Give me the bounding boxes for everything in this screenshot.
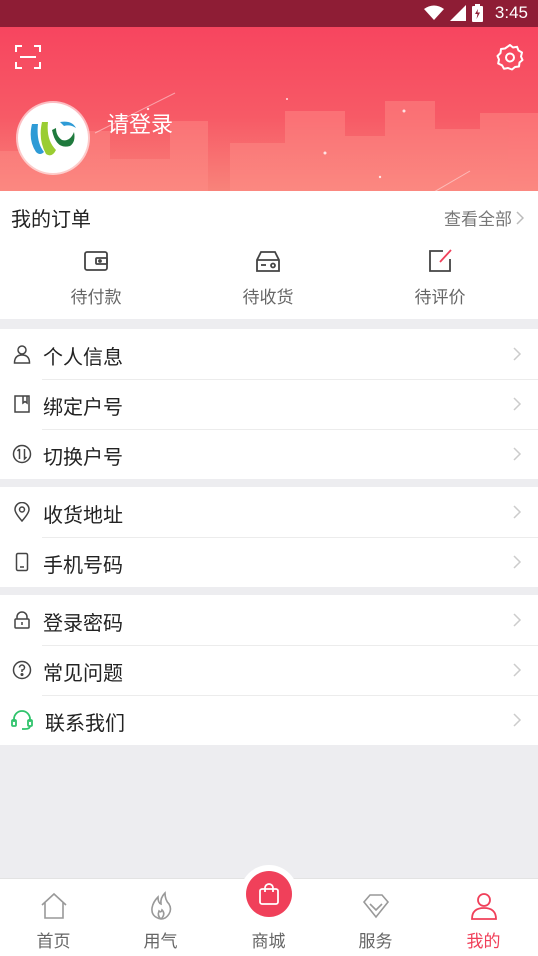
menu-item-label: 切换户号 xyxy=(43,445,123,469)
tab-label: 我的 xyxy=(466,932,501,952)
edit-review-icon xyxy=(429,249,452,272)
tab-mine[interactable]: 我的 xyxy=(430,879,537,956)
menu-item-switch-account[interactable]: 切换户号 xyxy=(0,429,538,479)
view-all-orders-link[interactable]: 查看全部 xyxy=(444,205,524,230)
question-icon xyxy=(12,660,32,680)
bottom-tab-bar: 首页 用气 商城 服务 我的 xyxy=(0,865,538,956)
order-pending-review[interactable]: 待评价 xyxy=(380,247,500,308)
menu-item-phone-number[interactable]: 手机号码 xyxy=(0,537,538,587)
menu-group-account: 个人信息 绑定户号 切换户号 xyxy=(0,329,538,479)
order-item-label: 待收货 xyxy=(242,288,294,308)
orders-title: 我的订单 xyxy=(11,207,91,231)
lock-icon xyxy=(14,611,30,629)
menu-item-label: 个人信息 xyxy=(43,345,123,369)
status-bar: 3:45 xyxy=(0,0,538,27)
menu-item-faq[interactable]: 常见问题 xyxy=(0,645,538,695)
avatar[interactable] xyxy=(18,103,88,173)
tab-mall[interactable]: 商城 xyxy=(215,865,322,956)
menu-item-label: 绑定户号 xyxy=(43,395,123,419)
status-time: 3:45 xyxy=(494,3,528,22)
tab-home[interactable]: 首页 xyxy=(0,879,107,956)
menu-item-label: 常见问题 xyxy=(43,661,123,685)
headset-icon xyxy=(11,710,33,730)
login-link[interactable]: 请登录 xyxy=(107,107,173,139)
tab-label: 服务 xyxy=(358,932,393,952)
menu-item-bind-account[interactable]: 绑定户号 xyxy=(0,379,538,429)
app-logo-icon xyxy=(30,121,76,156)
menu-item-shipping-address[interactable]: 收货地址 xyxy=(0,487,538,537)
chevron-right-icon xyxy=(513,347,522,361)
chevron-right-icon xyxy=(513,713,522,727)
chevron-right-icon xyxy=(516,210,524,225)
chevron-right-icon xyxy=(513,555,522,569)
status-icons: 3:45 xyxy=(423,3,528,23)
menu-item-label: 收货地址 xyxy=(43,503,123,527)
mall-button[interactable] xyxy=(239,865,298,923)
home-icon xyxy=(40,892,67,919)
delivery-box-icon xyxy=(256,251,280,272)
order-item-label: 待评价 xyxy=(414,288,466,308)
menu-item-label: 联系我们 xyxy=(45,711,125,735)
wallet-icon xyxy=(84,251,108,271)
bookmark-icon xyxy=(14,395,30,413)
tab-label: 首页 xyxy=(36,932,71,952)
mall-button-inner xyxy=(245,871,292,917)
flame-icon xyxy=(150,891,171,920)
orders-card: 我的订单 查看全部 待付款 待收货 待评价 xyxy=(0,191,538,319)
settings-gear-icon[interactable] xyxy=(496,43,524,71)
battery-icon xyxy=(471,4,483,22)
chevron-right-icon xyxy=(513,447,522,461)
view-all-label: 查看全部 xyxy=(444,210,512,230)
chevron-right-icon xyxy=(513,663,522,677)
wifi-icon xyxy=(423,5,444,20)
chevron-right-icon xyxy=(513,613,522,627)
menu-item-label: 登录密码 xyxy=(43,611,123,635)
order-item-label: 待付款 xyxy=(70,288,122,308)
tab-label: 商城 xyxy=(251,932,286,952)
chevron-right-icon xyxy=(513,505,522,519)
order-pending-receipt[interactable]: 待收货 xyxy=(208,247,328,308)
user-icon xyxy=(470,893,497,920)
location-pin-icon xyxy=(14,502,30,522)
switch-icon xyxy=(12,444,32,464)
tab-label: 用气 xyxy=(143,932,178,952)
profile-header: 请登录 xyxy=(0,27,538,191)
scan-icon[interactable] xyxy=(14,43,42,71)
shopping-bag-icon xyxy=(258,883,279,905)
tab-service[interactable]: 服务 xyxy=(322,879,429,956)
phone-icon xyxy=(15,552,29,572)
menu-group-support: 登录密码 常见问题 联系我们 xyxy=(0,595,538,745)
diamond-icon xyxy=(362,894,389,919)
person-icon xyxy=(13,345,31,364)
menu-item-login-password[interactable]: 登录密码 xyxy=(0,595,538,645)
menu-item-label: 手机号码 xyxy=(43,553,123,577)
signal-icon xyxy=(449,5,466,21)
tab-gas[interactable]: 用气 xyxy=(107,879,214,956)
menu-item-contact-us[interactable]: 联系我们 xyxy=(0,695,538,745)
chevron-right-icon xyxy=(513,397,522,411)
menu-group-contact-info: 收货地址 手机号码 xyxy=(0,487,538,587)
menu-item-personal-info[interactable]: 个人信息 xyxy=(0,329,538,379)
order-pending-payment[interactable]: 待付款 xyxy=(36,247,156,308)
